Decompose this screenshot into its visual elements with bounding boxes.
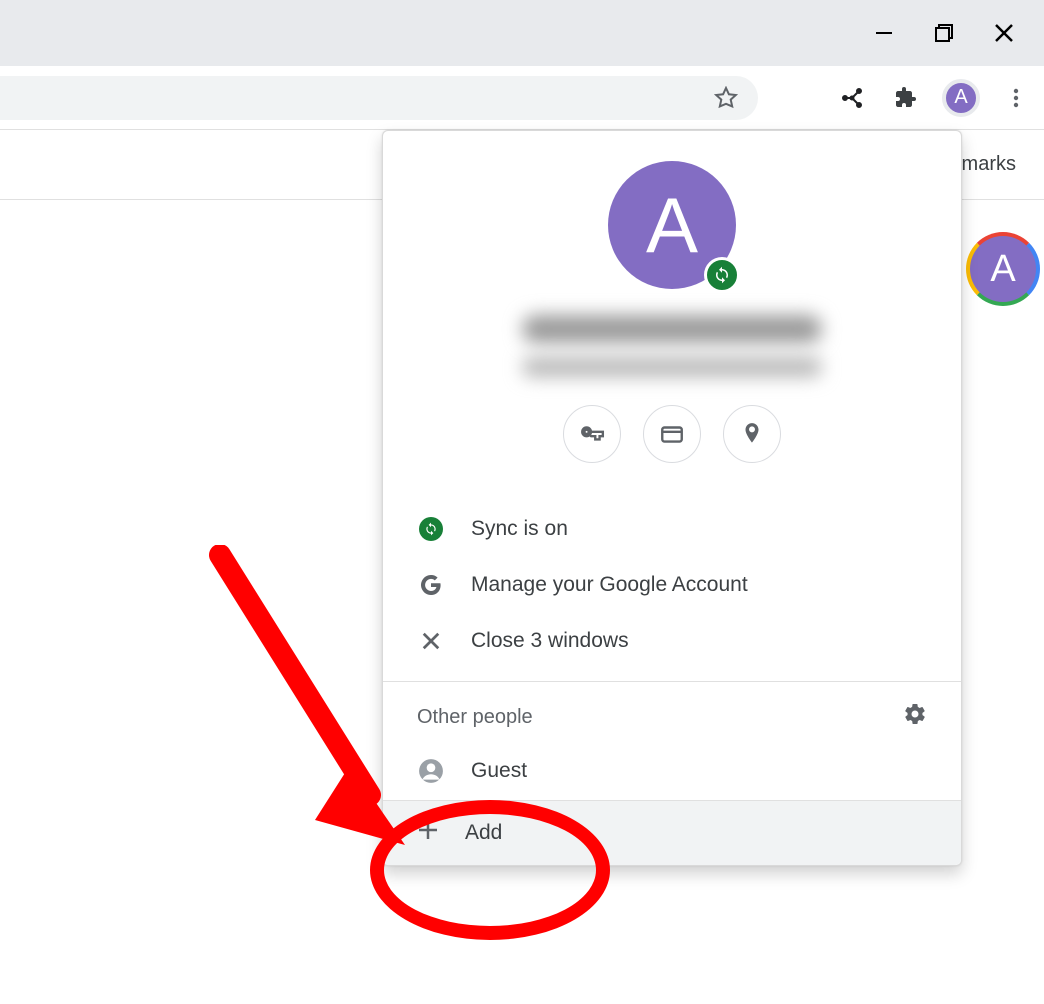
minimize-button[interactable] <box>854 5 914 61</box>
key-icon <box>579 421 605 447</box>
graph-extension-icon[interactable] <box>834 80 870 116</box>
sync-status-item[interactable]: Sync is on <box>383 501 961 557</box>
address-bar[interactable] <box>0 76 758 120</box>
profile-popup: A Sync is on <box>382 130 962 866</box>
guest-avatar-icon <box>417 758 445 784</box>
google-g-icon <box>417 573 445 597</box>
maximize-button[interactable] <box>914 5 974 61</box>
sync-badge-icon <box>704 257 740 293</box>
close-windows-item[interactable]: Close 3 windows <box>383 613 961 669</box>
other-people-header: Other people <box>383 682 961 742</box>
manage-account-item[interactable]: Manage your Google Account <box>383 557 961 613</box>
maximize-icon <box>933 22 955 44</box>
page-account-avatar[interactable]: A <box>966 232 1040 306</box>
chrome-menu-button[interactable] <box>998 80 1034 116</box>
profile-avatar-button[interactable]: A <box>942 79 980 117</box>
close-x-icon <box>417 631 445 651</box>
bookmarks-partial-text: marks <box>962 153 1016 176</box>
profile-large-avatar: A <box>608 161 736 289</box>
gear-icon <box>903 702 927 726</box>
profile-menu: Sync is on Manage your Google Account Cl… <box>383 489 961 681</box>
kebab-menu-icon <box>1005 87 1027 109</box>
manage-account-label: Manage your Google Account <box>471 573 748 597</box>
credit-card-icon <box>659 421 685 447</box>
profile-header: A <box>383 131 961 489</box>
close-window-button[interactable] <box>974 5 1034 61</box>
bookmark-star-icon[interactable] <box>708 80 744 116</box>
sync-status-label: Sync is on <box>471 517 568 541</box>
minimize-icon <box>873 22 895 44</box>
page-account-avatar-letter: A <box>990 248 1015 291</box>
passwords-button[interactable] <box>563 405 621 463</box>
close-icon <box>993 22 1015 44</box>
sync-on-icon <box>419 517 443 541</box>
plus-icon <box>417 819 439 847</box>
add-profile-item[interactable]: Add <box>383 800 961 865</box>
guest-profile-item[interactable]: Guest <box>383 742 961 800</box>
other-people-label: Other people <box>417 706 533 729</box>
close-windows-label: Close 3 windows <box>471 629 629 653</box>
profile-name-redacted <box>522 315 822 343</box>
guest-profile-label: Guest <box>471 759 527 783</box>
manage-people-button[interactable] <box>903 702 927 732</box>
addresses-button[interactable] <box>723 405 781 463</box>
window-titlebar <box>0 0 1044 66</box>
profile-email-redacted <box>522 357 822 377</box>
add-profile-label: Add <box>465 821 502 845</box>
browser-toolbar: A <box>0 66 1044 130</box>
avatar-letter: A <box>954 86 967 109</box>
location-pin-icon <box>739 421 765 447</box>
profile-large-avatar-letter: A <box>646 180 698 271</box>
extensions-puzzle-icon[interactable] <box>888 80 924 116</box>
payment-methods-button[interactable] <box>643 405 701 463</box>
